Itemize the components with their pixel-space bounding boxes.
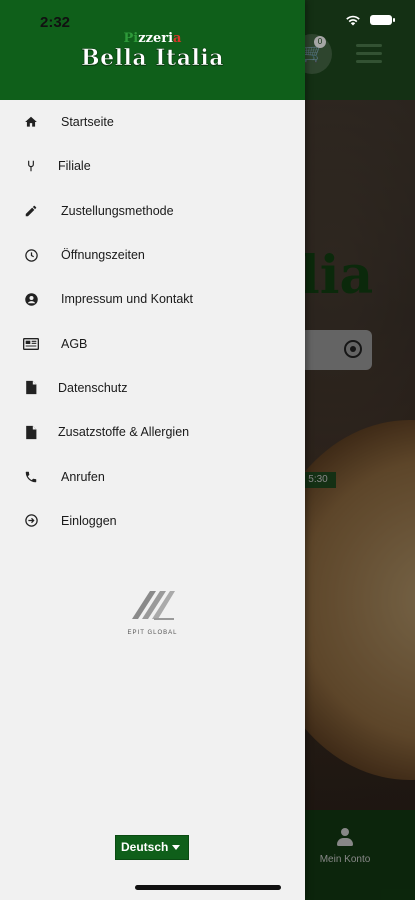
menu-item-agb[interactable]: AGB xyxy=(0,321,305,365)
menu-item-zusatzstoffe[interactable]: Zusatzstoffe & Allergien xyxy=(0,410,305,454)
menu-item-filiale[interactable]: Filiale xyxy=(0,144,305,188)
pizzeria-logo: Pizzeria Bella Italia xyxy=(81,31,224,71)
account-circle-icon xyxy=(22,290,40,308)
clock-icon xyxy=(22,246,40,264)
caret-down-icon xyxy=(172,845,181,851)
newspaper-icon xyxy=(22,335,40,353)
login-icon xyxy=(22,512,40,530)
phone-icon xyxy=(22,468,40,486)
language-select-value: Deutsch xyxy=(121,840,169,854)
home-icon xyxy=(22,113,40,131)
home-indicator xyxy=(135,885,281,890)
menu-item-einloggen[interactable]: Einloggen xyxy=(0,499,305,543)
language-select[interactable]: Deutsch xyxy=(115,835,190,860)
epit-global-logo: EPIT GLOBAL xyxy=(110,585,195,645)
menu-item-oeffnungszeiten[interactable]: Öffnungszeiten xyxy=(0,233,305,277)
drawer-header: Pizzeria Bella Italia xyxy=(0,0,305,100)
menu-item-impressum[interactable]: Impressum und Kontakt xyxy=(0,277,305,321)
navigation-drawer: Pizzeria Bella Italia Startseite Filiale… xyxy=(0,0,305,900)
drawer-menu: Startseite Filiale Zustellungsmethode Öf… xyxy=(0,100,305,543)
document-icon xyxy=(22,423,40,441)
document-icon xyxy=(22,379,40,397)
menu-item-anrufen[interactable]: Anrufen xyxy=(0,454,305,498)
menu-item-zustellungsmethode[interactable]: Zustellungsmethode xyxy=(0,189,305,233)
pencil-icon xyxy=(22,202,40,220)
epit-mark-icon xyxy=(131,591,175,620)
menu-item-startseite[interactable]: Startseite xyxy=(0,100,305,144)
menu-item-datenschutz[interactable]: Datenschutz xyxy=(0,366,305,410)
branch-icon xyxy=(22,157,40,175)
